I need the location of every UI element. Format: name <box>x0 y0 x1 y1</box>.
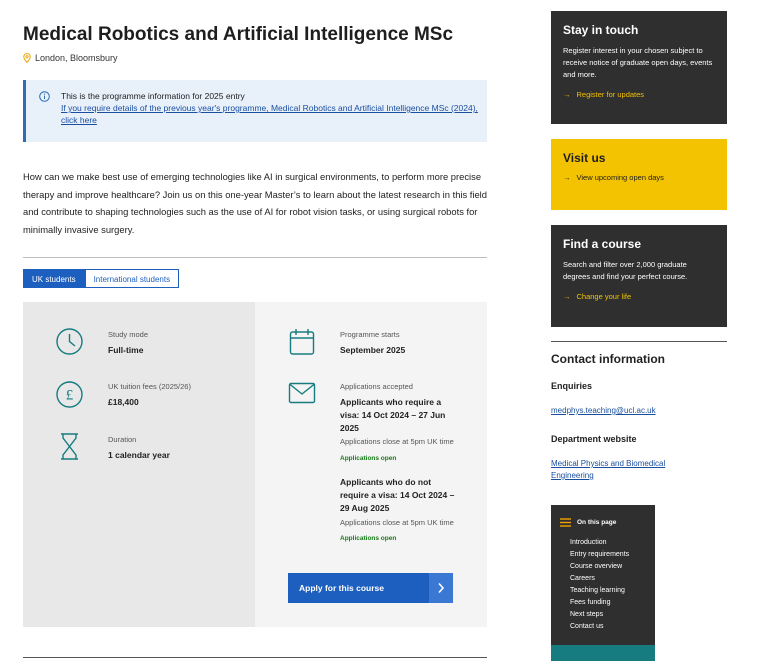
find-course-body: Search and filter over 2,000 graduate de… <box>563 260 688 281</box>
apply-button[interactable]: Apply for this course <box>288 573 453 603</box>
find-course-title: Find a course <box>563 237 642 251</box>
starts-value: September 2025 <box>340 345 406 355</box>
envelope-icon <box>288 382 316 404</box>
sidebar-divider <box>551 341 727 342</box>
open-days-label: View upcoming open days <box>576 173 664 182</box>
department-website-label: Department website <box>551 434 637 444</box>
enquiries-email-link[interactable]: medphys.teaching@ucl.ac.uk <box>551 405 656 417</box>
bottom-divider <box>23 657 487 658</box>
on-this-page-header[interactable]: On this page <box>560 518 616 527</box>
starts-label: Programme starts <box>340 330 400 339</box>
intro-paragraph: How can we make best use of emerging tec… <box>23 171 487 235</box>
fees-label: UK tuition fees (2025/26) <box>108 382 191 391</box>
arrow-right-icon: → <box>563 173 571 182</box>
arrow-right-icon: → <box>563 90 571 99</box>
stay-in-touch-box: Stay in touch Register interest in your … <box>551 11 727 124</box>
on-this-page-footer-bar <box>551 645 655 661</box>
department-website-line1: Medical Physics and Biomedical <box>551 459 666 468</box>
stay-in-touch-title: Stay in touch <box>563 23 639 37</box>
study-mode-value: Full-time <box>108 345 144 355</box>
on-this-page-item[interactable]: Teaching learning <box>570 585 629 597</box>
novisa-dates-line2: require a visa: 14 Oct 2024 – <box>340 490 455 500</box>
visa-status-badge: Applications open <box>340 455 397 462</box>
pound-icon: £ <box>56 381 83 408</box>
on-this-page-item[interactable]: Contact us <box>570 621 629 633</box>
applications-label: Applications accepted <box>340 382 413 391</box>
divider <box>23 257 487 258</box>
page-title: Medical Robotics and Artificial Intellig… <box>23 24 454 45</box>
contact-title: Contact information <box>551 352 665 366</box>
apply-button-label: Apply for this course <box>299 583 385 593</box>
change-your-life-link[interactable]: → Change your life <box>563 292 715 301</box>
open-days-link[interactable]: → View upcoming open days <box>563 173 715 182</box>
tab-uk-students[interactable]: UK students <box>23 269 85 288</box>
department-website-line2: Engineering <box>551 471 594 480</box>
on-this-page-item[interactable]: Entry requirements <box>570 549 629 561</box>
novisa-dates-line3: 29 Aug 2025 <box>340 503 390 513</box>
novisa-status-badge: Applications open <box>340 535 397 542</box>
on-this-page-item[interactable]: Fees funding <box>570 597 629 609</box>
register-updates-label: Register for updates <box>576 90 645 99</box>
register-updates-link[interactable]: → Register for updates <box>563 90 715 99</box>
on-this-page-title: On this page <box>577 519 617 526</box>
hourglass-icon <box>61 433 78 460</box>
visit-us-box: Visit us → View upcoming open days <box>551 139 727 210</box>
duration-label: Duration <box>108 435 137 444</box>
hamburger-icon <box>560 518 571 527</box>
info-icon <box>39 91 50 102</box>
department-website-link[interactable]: Medical Physics and Biomedical Engineeri… <box>551 458 665 482</box>
stay-in-touch-body: Register interest in your chosen subject… <box>563 46 713 79</box>
location: London, Bloomsbury <box>23 53 118 63</box>
chevron-right-icon <box>429 573 453 603</box>
on-this-page-list: Introduction Entry requirements Course o… <box>570 537 629 633</box>
arrow-right-icon: → <box>563 292 571 301</box>
enquiries-label: Enquiries <box>551 381 593 391</box>
student-type-tabs: UK students International students <box>23 269 180 288</box>
on-this-page-menu: On this page Introduction Entry requirem… <box>551 505 655 651</box>
location-text: London, Bloomsbury <box>35 53 118 63</box>
location-pin-icon <box>23 53 31 63</box>
on-this-page-item[interactable]: Next steps <box>570 609 629 621</box>
tab-international-students[interactable]: International students <box>84 269 180 288</box>
visa-dates-line1: Applicants who require a <box>340 397 442 407</box>
fees-value: £18,400 <box>108 397 139 407</box>
calendar-icon <box>289 329 315 355</box>
on-this-page-item[interactable]: Course overview <box>570 561 629 573</box>
visit-us-title: Visit us <box>563 151 606 165</box>
svg-text:£: £ <box>66 388 74 404</box>
novisa-close-note: Applications close at 5pm UK time <box>340 518 454 527</box>
visa-dates-line2: visa: 14 Oct 2024 – 27 Jun <box>340 410 446 420</box>
change-your-life-label: Change your life <box>576 292 632 301</box>
on-this-page-item[interactable]: Introduction <box>570 537 629 549</box>
clock-icon <box>56 328 83 355</box>
duration-value: 1 calendar year <box>108 450 170 460</box>
notice-text: This is the programme information for 20… <box>61 91 245 101</box>
previous-year-link[interactable]: If you require details of the previous y… <box>61 103 478 125</box>
find-course-box: Find a course Search and filter over 2,0… <box>551 225 727 327</box>
novisa-dates-line1: Applicants who do not <box>340 477 432 487</box>
study-mode-label: Study mode <box>108 330 149 339</box>
previous-year-notice: This is the programme information for 20… <box>23 80 487 142</box>
on-this-page-item[interactable]: Careers <box>570 573 629 585</box>
visa-close-note: Applications close at 5pm UK time <box>340 437 454 446</box>
visa-dates-line3: 2025 <box>340 423 359 433</box>
